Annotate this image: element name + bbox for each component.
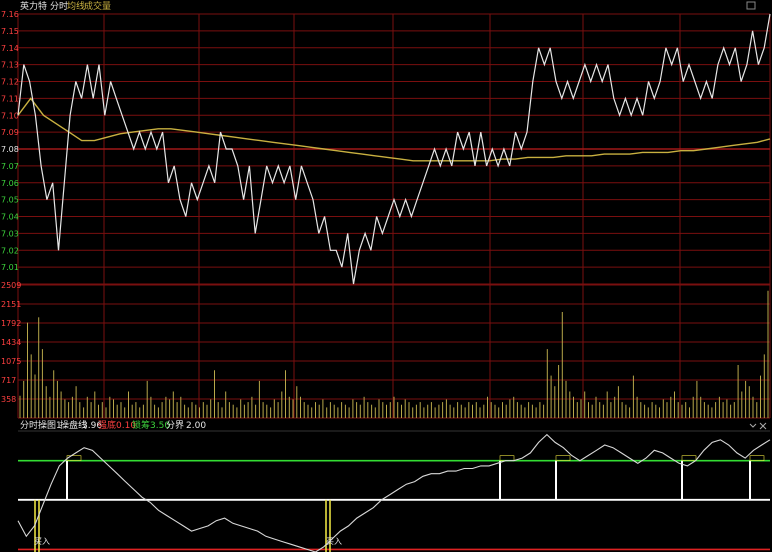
- price-tick-label: 7.07: [1, 162, 19, 171]
- price-tick-label: 7.08: [1, 145, 19, 154]
- stock-name: 英力特: [20, 0, 47, 12]
- buy-label-2: 买入: [326, 537, 342, 546]
- volume-tick-label: 2151: [1, 300, 21, 309]
- close-icon[interactable]: [759, 422, 767, 430]
- price-axis: 7.16 7.15 7.14 7.13 7.12 7.11 7.10 7.09 7.08 7.07…: [1, 10, 19, 272]
- maximize-icon[interactable]: [746, 1, 756, 10]
- lock-label: 锁筹: [132, 419, 150, 431]
- price-tick-label: 7.02: [1, 246, 19, 255]
- price-tick-label: 7.09: [1, 128, 19, 137]
- indicator-name[interactable]: 分时操图1: [20, 419, 62, 431]
- dropdown-icon[interactable]: [749, 423, 757, 428]
- boundary-value: 2.00: [186, 421, 206, 431]
- volume-tick-label: 2509: [1, 281, 21, 290]
- volume-tick-label: 1434: [1, 338, 21, 347]
- price-tick-label: 7.12: [1, 78, 19, 87]
- buy-markers: 买入 买入: [34, 537, 342, 546]
- price-tick-label: 7.10: [1, 111, 19, 120]
- price-tick-label: 7.03: [1, 229, 19, 238]
- mode-label[interactable]: 分时: [50, 0, 68, 12]
- price-tick-label: 7.01: [1, 263, 19, 272]
- price-tick-label: 7.14: [1, 44, 19, 53]
- price-tick-label: 7.04: [1, 213, 19, 222]
- volume-legend: 成交量: [84, 0, 111, 12]
- ops-line: [17, 433, 771, 552]
- time-share-chart: 英力特 分时 均线 成交量 7.167.157.147.137.127.117.…: [1, 0, 771, 552]
- volume-tick-label: 717: [1, 376, 16, 385]
- price-tick-label: 7.11: [1, 94, 19, 103]
- price-tick-label: 7.16: [1, 10, 19, 19]
- price-tick-label: 7.15: [1, 27, 19, 36]
- chart-header: 英力特 分时 均线 成交量: [20, 0, 756, 12]
- indicator-header: 分时操图1 操盘线 3.96 强底 0.10 锁筹 3.50 分界 2.00: [20, 419, 767, 431]
- volume-tick-label: 1075: [1, 357, 21, 366]
- indicator-panel: [17, 430, 771, 552]
- price-tick-label: 7.05: [1, 196, 19, 205]
- buy-label-1: 买入: [34, 537, 50, 546]
- boundary-label: 分界: [166, 420, 184, 431]
- avg-price-line: [17, 97, 771, 162]
- volume-tick-label: 358: [1, 395, 16, 404]
- price-tick-label: 7.13: [1, 61, 19, 70]
- strong-label: 强底: [98, 419, 116, 431]
- volume-tick-label: 1792: [1, 319, 21, 328]
- price-panel: [17, 13, 771, 418]
- avg-line-legend: 均线: [67, 0, 85, 12]
- price-tick-label: 7.06: [1, 179, 19, 188]
